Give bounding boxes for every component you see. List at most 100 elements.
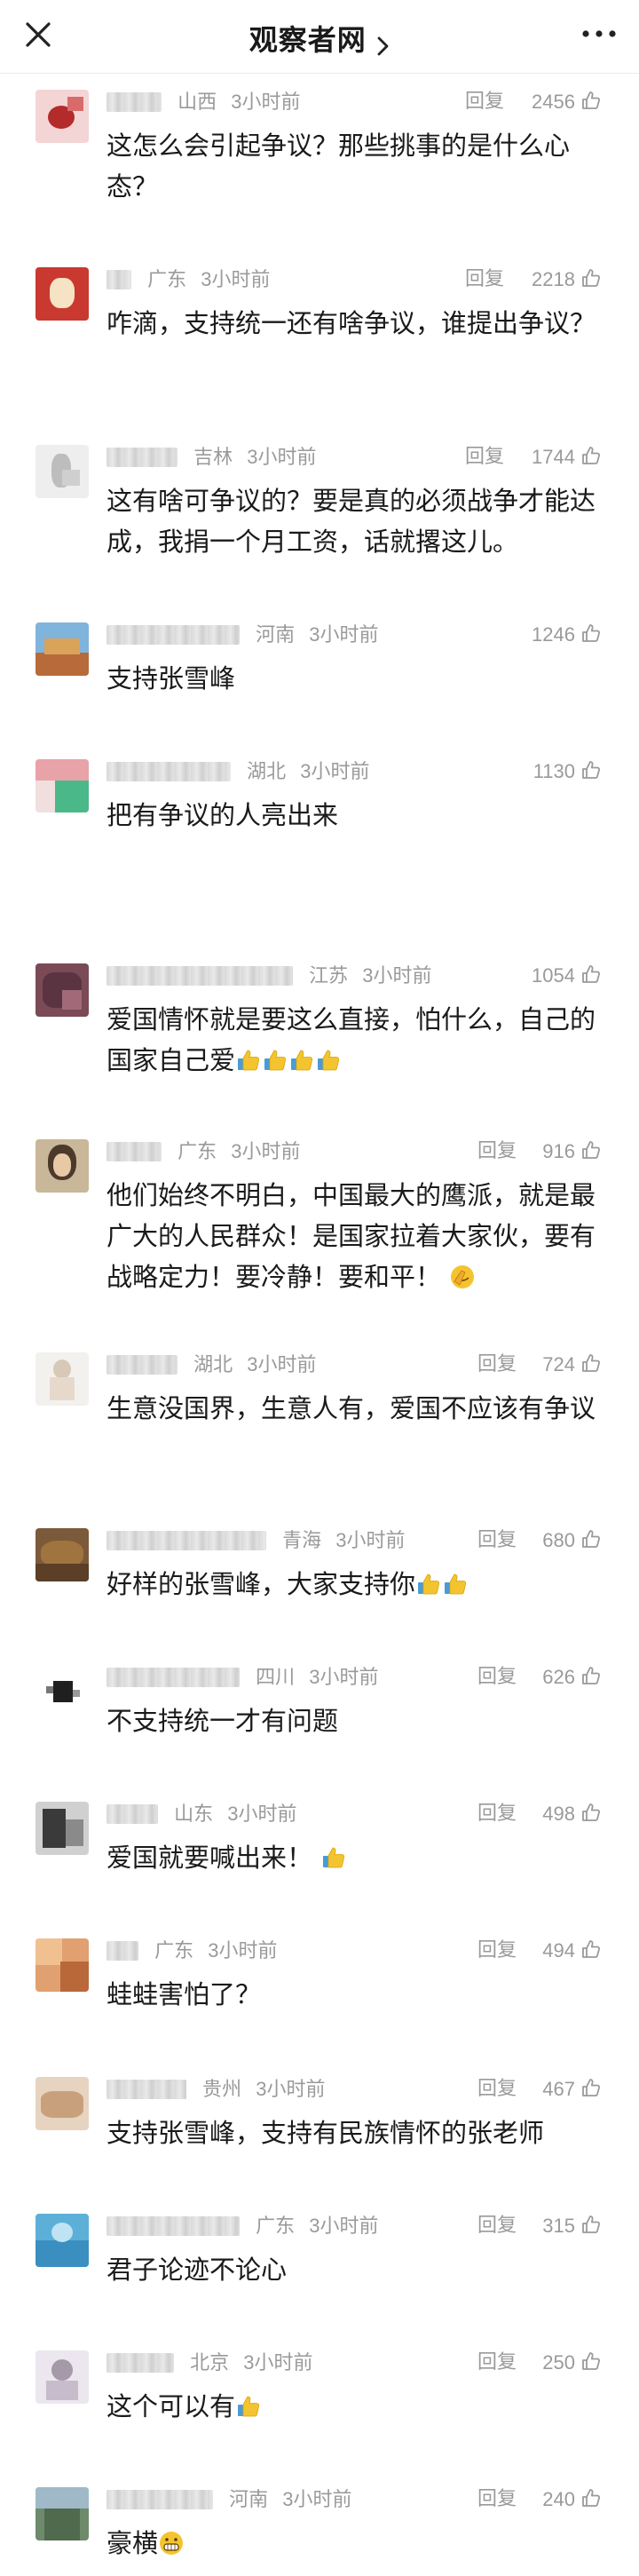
reply-button[interactable]: 回复 [477,1938,517,1962]
reply-button[interactable]: 回复 [477,1352,517,1375]
like-button[interactable]: 680 [542,1528,602,1552]
reply-button[interactable]: 回复 [465,445,504,468]
avatar[interactable] [36,1938,89,1992]
reply-button[interactable]: 回复 [465,90,504,113]
comment-text: 咋滴，支持统一还有啥争议，谁提出争议？ [106,308,596,338]
avatar[interactable] [36,1139,89,1193]
username-blurred[interactable] [106,448,178,468]
like-button[interactable]: 467 [542,2077,602,2101]
like-button[interactable]: 1054 [532,963,602,987]
comment-text: 支持张雪峰 [106,663,236,694]
comment-item: 广东 3小时前 回复 315 君子论迹不论心 [0,2214,639,2294]
like-button[interactable]: 626 [542,1665,602,1689]
avatar[interactable] [36,267,89,321]
avatar[interactable] [36,2487,89,2540]
username-blurred[interactable] [106,762,231,782]
comment-item: 吉林 3小时前 回复 1744 这有啥可争议的？要是真的必须战争才能达成，我捐一… [0,445,639,560]
thumb-up-icon [582,761,600,779]
username-blurred[interactable] [106,1531,266,1551]
thumbs-up-emoji [238,2396,260,2417]
like-count: 1744 [532,446,575,468]
like-button[interactable]: 315 [542,2214,602,2238]
like-count: 916 [542,1140,575,1162]
username-blurred[interactable] [106,2216,240,2237]
avatar[interactable] [36,1352,89,1406]
thumb-up-icon [582,91,600,109]
avatar[interactable] [36,2077,89,2130]
thumb-up-icon [582,1667,600,1684]
reply-button[interactable]: 回复 [477,2214,517,2237]
more-icon[interactable] [580,25,618,43]
comment-time: 3小时前 [362,964,432,987]
comment-location: 吉林 [193,446,233,469]
username-blurred[interactable] [106,1355,178,1375]
avatar[interactable] [36,963,89,1017]
reply-button[interactable]: 回复 [465,267,504,290]
comment-item: 湖北 3小时前 回复 724 生意没国界，生意人有，爱国不应该有争议 [0,1352,639,1468]
comment-text: 不支持统一才有问题 [106,1706,339,1736]
username-blurred[interactable] [106,270,131,290]
comment-time: 3小时前 [208,1939,278,1962]
reply-button[interactable]: 回复 [477,2350,517,2374]
reply-button[interactable]: 回复 [477,1139,517,1162]
comment-location: 江苏 [309,964,349,987]
comment-location: 山西 [178,91,217,114]
avatar[interactable] [36,622,89,676]
thumbs-up-emoji [323,1847,345,1868]
comment-time: 3小时前 [231,1140,301,1163]
username-blurred[interactable] [106,1804,158,1825]
like-button[interactable]: 240 [542,2487,602,2511]
thumbs-up-emoji [291,1050,313,1071]
page-title[interactable]: 观察者网 [249,18,367,59]
comment-text: 爱国就要喊出来！ [106,1837,604,1878]
avatar[interactable] [36,1802,89,1855]
username-blurred[interactable] [106,1668,240,1688]
comment-meta: 吉林 3小时前 回复 1744 [106,445,602,468]
avatar[interactable] [36,1665,89,1718]
avatar[interactable] [36,759,89,812]
like-button[interactable]: 1246 [532,622,602,646]
like-button[interactable]: 724 [542,1352,602,1376]
like-button[interactable]: 250 [542,2350,602,2374]
username-blurred[interactable] [106,1941,138,1962]
avatar[interactable] [36,445,89,498]
username-blurred[interactable] [106,966,293,987]
comment-time: 3小时前 [282,2488,352,2511]
username-blurred[interactable] [106,2353,174,2374]
comment-item: 湖北 3小时前 1130 把有争议的人亮出来 [0,759,639,839]
avatar[interactable] [36,2214,89,2267]
comment-text: 这个可以有 [106,2386,604,2427]
like-button[interactable]: 1130 [533,759,602,783]
avatar[interactable] [36,2350,89,2404]
avatar[interactable] [36,90,89,143]
thumb-up-icon [582,1940,600,1958]
like-button[interactable]: 498 [542,1802,602,1826]
reply-button[interactable]: 回复 [477,2487,517,2510]
comment-item: 广东 3小时前 回复 916 他们始终不明白，中国最大的鹰派，就是最广大的人民群… [0,1139,639,1295]
comment-location: 北京 [190,2351,230,2374]
like-button[interactable]: 1744 [532,445,602,469]
comment-time: 3小时前 [247,446,317,469]
like-button[interactable]: 2218 [532,267,602,291]
comment-location: 广东 [256,2215,296,2238]
reply-button[interactable]: 回复 [477,1802,517,1825]
username-blurred[interactable] [106,625,240,646]
like-button[interactable]: 916 [542,1139,602,1163]
username-blurred[interactable] [106,2490,213,2510]
like-count: 494 [542,1939,575,1962]
reply-button[interactable]: 回复 [477,1665,517,1688]
comment-meta: 湖北 3小时前 回复 724 [106,1352,602,1375]
chevron-right-icon[interactable] [377,36,390,57]
username-blurred[interactable] [106,1142,162,1162]
comment-text: 他们始终不明白，中国最大的鹰派，就是最广大的人民群众！是国家拉着大家伙，要有战略… [106,1175,604,1297]
reply-button[interactable]: 回复 [477,2077,517,2100]
like-count: 1246 [532,623,575,646]
username-blurred[interactable] [106,2080,186,2100]
comment-item: 广东 3小时前 回复 2218 咋滴，支持统一还有啥争议，谁提出争议？ [0,267,639,383]
like-button[interactable]: 494 [542,1938,602,1962]
reply-button[interactable]: 回复 [477,1528,517,1551]
avatar[interactable] [36,1528,89,1581]
comment-meta: 河南 3小时前 1246 [106,622,602,646]
like-button[interactable]: 2456 [532,90,602,114]
username-blurred[interactable] [106,92,162,113]
